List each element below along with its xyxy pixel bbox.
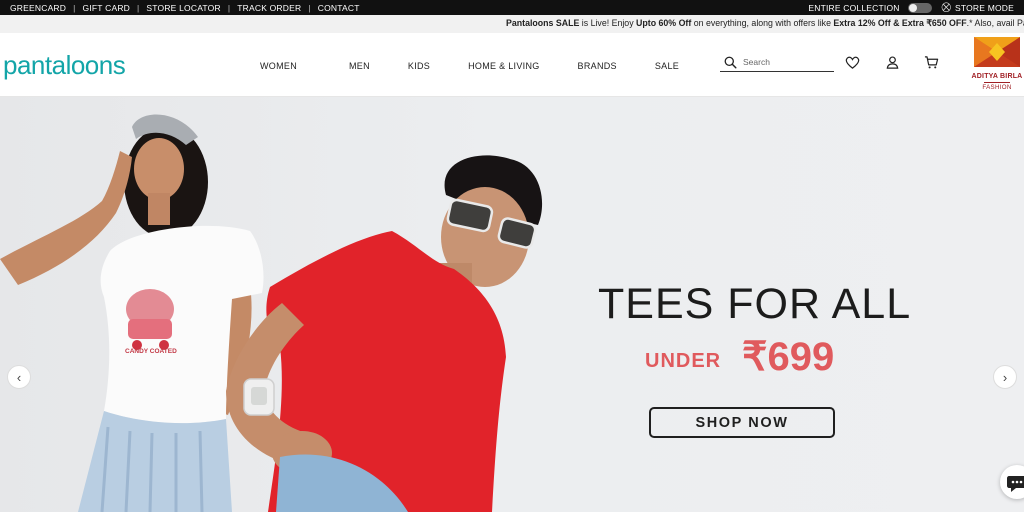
contact-link[interactable]: CONTACT	[318, 3, 360, 13]
search-input[interactable]	[743, 57, 829, 67]
tee-print-text: CANDY COATED	[125, 348, 177, 355]
chat-icon[interactable]	[1000, 465, 1024, 499]
partner-divider	[984, 82, 1010, 83]
separator: |	[137, 2, 140, 13]
main-nav: WOMEN MEN KIDS HOME & LIVING BRANDS SALE	[260, 61, 679, 71]
separator: |	[227, 2, 231, 13]
nav-men[interactable]: MEN	[349, 61, 370, 71]
store-mode-label[interactable]: STORE MODE	[955, 3, 1014, 13]
carousel-next-icon[interactable]: ›	[993, 365, 1017, 389]
promo-text-2: is Live! Enjoy	[579, 18, 637, 28]
promo-text-4: on everything, along with offers like	[691, 18, 834, 28]
cart-icon[interactable]	[924, 55, 939, 70]
utility-links: GREENCARD | GIFT CARD | STORE LOCATOR | …	[0, 3, 360, 13]
promo-discount: Upto 60% Off	[636, 18, 692, 28]
search-bar[interactable]	[720, 53, 834, 72]
promo-text: Pantaloons SALE is Live! Enjoy Upto 60% …	[506, 18, 1024, 29]
shop-now-button[interactable]: SHOP NOW	[649, 407, 835, 438]
entire-collection-label: ENTIRE COLLECTION	[808, 2, 900, 13]
nav-women[interactable]: WOMEN	[260, 61, 297, 71]
gift-card-link[interactable]: GIFT CARD	[83, 3, 130, 13]
heart-icon[interactable]	[845, 55, 860, 70]
hero-banner[interactable]: CANDY COATED TEES FOR ALL UNDER ₹699 SHO…	[0, 97, 1024, 512]
hero-under-label: UNDER	[645, 350, 722, 372]
hero-price: ₹699	[742, 335, 835, 379]
site-header: pantaloons WOMEN MEN KIDS HOME & LIVING …	[0, 33, 1024, 97]
promo-strip: Pantaloons SALE is Live! Enjoy Upto 60% …	[0, 15, 1024, 33]
carousel-prev-icon[interactable]: ‹	[7, 365, 31, 389]
user-icon[interactable]	[885, 55, 900, 70]
store-icon: ⛒	[941, 2, 951, 12]
nav-home-living[interactable]: HOME & LIVING	[468, 61, 539, 71]
promo-sale: Pantaloons SALE	[506, 18, 580, 28]
collection-toggle[interactable]	[907, 2, 932, 13]
utility-bar: GREENCARD | GIFT CARD | STORE LOCATOR | …	[0, 0, 1024, 15]
pantaloons-logo[interactable]: pantaloons	[3, 50, 126, 81]
greencard-link[interactable]: GREENCARD	[10, 3, 66, 13]
track-order-link[interactable]: TRACK ORDER	[237, 3, 301, 13]
chat-bubble-icon	[1007, 476, 1024, 492]
hero-headline: TEES FOR ALL	[598, 280, 912, 328]
nav-brands[interactable]: BRANDS	[578, 61, 617, 71]
partner-name: ADITYA BIRLA	[971, 73, 1023, 80]
aditya-birla-logo[interactable]: ADITYA BIRLA FASHION	[970, 37, 1024, 95]
separator: |	[308, 2, 311, 13]
promo-text-6: .* Also, avail Payt	[966, 18, 1024, 28]
nav-sale[interactable]: SALE	[655, 61, 679, 71]
store-locator-link[interactable]: STORE LOCATOR	[146, 3, 220, 13]
aditya-birla-mark-icon	[974, 37, 1020, 67]
nav-kids[interactable]: KIDS	[408, 61, 430, 71]
search-icon[interactable]	[724, 56, 737, 69]
separator: |	[73, 2, 76, 13]
partner-sub: FASHION	[982, 84, 1012, 91]
hero-models-image: CANDY COATED	[0, 114, 543, 512]
promo-extra: Extra 12% Off & Extra ₹650 OFF	[833, 18, 967, 28]
utility-right: ENTIRE COLLECTION ⛒ STORE MODE	[808, 0, 1014, 15]
